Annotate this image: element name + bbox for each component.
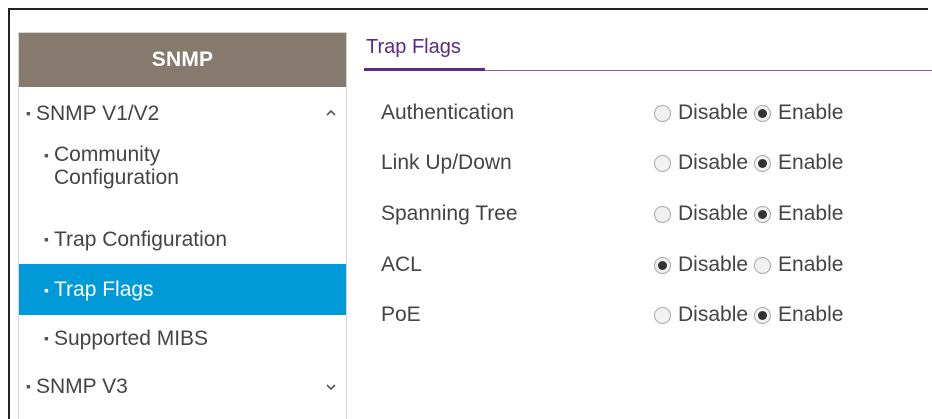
flag-row-authentication: Authentication Disable Enable — [381, 98, 921, 128]
bullet-icon: ▪ — [44, 231, 49, 247]
flag-row-link-up-down: Link Up/Down Disable Enable — [381, 148, 921, 178]
disable-label: Disable — [678, 303, 749, 326]
sidebar-item-trap-configuration[interactable]: ▪ Trap Configuration — [19, 219, 346, 259]
flag-label: Authentication — [381, 101, 515, 124]
flag-row-spanning-tree: Spanning Tree Disable Enable — [381, 199, 921, 229]
sidebar-item-label: SNMP V1/V2 — [35, 101, 160, 125]
sidebar-item-snmp-v1v2[interactable]: ▪ SNMP V1/V2 — [19, 93, 346, 133]
enable-label: Enable — [778, 151, 844, 174]
flag-label: Spanning Tree — [381, 202, 518, 225]
enable-label: Enable — [778, 253, 844, 276]
sidebar-item-snmp-v3[interactable]: ▪ SNMP V3 — [19, 366, 346, 406]
flag-label: ACL — [381, 253, 422, 276]
bullet-icon: ▪ — [26, 105, 31, 121]
enable-radio[interactable] — [754, 306, 772, 324]
bullet-icon: ▪ — [44, 330, 49, 346]
disable-radio[interactable] — [654, 205, 671, 223]
disable-label: Disable — [678, 253, 749, 276]
bullet-icon: ▪ — [44, 147, 49, 163]
community-line2: Configuration — [53, 166, 179, 189]
enable-label: Enable — [778, 303, 844, 326]
enable-radio[interactable] — [754, 154, 772, 172]
flag-label: Link Up/Down — [381, 151, 512, 174]
disable-radio[interactable] — [654, 256, 671, 274]
flag-row-poe: PoE Disable Enable — [381, 300, 921, 330]
disable-label: Disable — [678, 202, 749, 225]
enable-label: Enable — [778, 101, 844, 124]
sidebar-header-label: SNMP — [151, 48, 214, 71]
disable-radio[interactable] — [654, 306, 671, 324]
radio-group: Disable Enable — [654, 303, 849, 327]
radio-group: Disable Enable — [654, 253, 849, 277]
sidebar-item-community-configuration[interactable]: ▪ Community Configuration — [19, 143, 346, 203]
community-line1: Community — [53, 143, 161, 166]
radio-group: Disable Enable — [654, 101, 849, 125]
radio-group: Disable Enable — [654, 151, 849, 175]
tab-divider — [485, 70, 932, 71]
flag-label: PoE — [381, 303, 421, 326]
sidebar-nav: SNMP ▪ SNMP V1/V2 ▪ Community Configurat… — [18, 32, 347, 419]
disable-label: Disable — [678, 151, 749, 174]
disable-radio[interactable] — [654, 104, 671, 122]
sidebar-item-label: Supported MIBS — [53, 326, 209, 350]
enable-label: Enable — [778, 202, 844, 225]
disable-label: Disable — [678, 101, 749, 124]
flag-row-acl: ACL Disable Enable — [381, 250, 921, 280]
enable-radio[interactable] — [754, 104, 772, 122]
disable-radio[interactable] — [654, 154, 671, 172]
tab-active-underline — [364, 68, 485, 71]
sidebar-item-supported-mibs[interactable]: ▪ Supported MIBS — [19, 318, 346, 358]
sidebar-header: SNMP — [19, 33, 346, 87]
sidebar-item-label: Trap Configuration — [53, 227, 228, 251]
sidebar-item-trap-flags[interactable]: ▪ Trap Flags — [19, 264, 346, 315]
sidebar-item-label: Trap Flags — [53, 278, 154, 301]
chevron-up-icon[interactable] — [324, 106, 338, 120]
tab-trap-flags[interactable]: Trap Flags — [366, 36, 461, 59]
bullet-icon: ▪ — [44, 281, 49, 298]
sidebar-item-label: SNMP V3 — [35, 374, 128, 398]
chevron-down-icon[interactable] — [324, 380, 338, 394]
bullet-icon: ▪ — [26, 378, 31, 394]
enable-radio[interactable] — [754, 256, 772, 274]
radio-group: Disable Enable — [654, 202, 849, 226]
enable-radio[interactable] — [754, 205, 772, 223]
sidebar-item-label: Community Configuration — [54, 143, 179, 189]
